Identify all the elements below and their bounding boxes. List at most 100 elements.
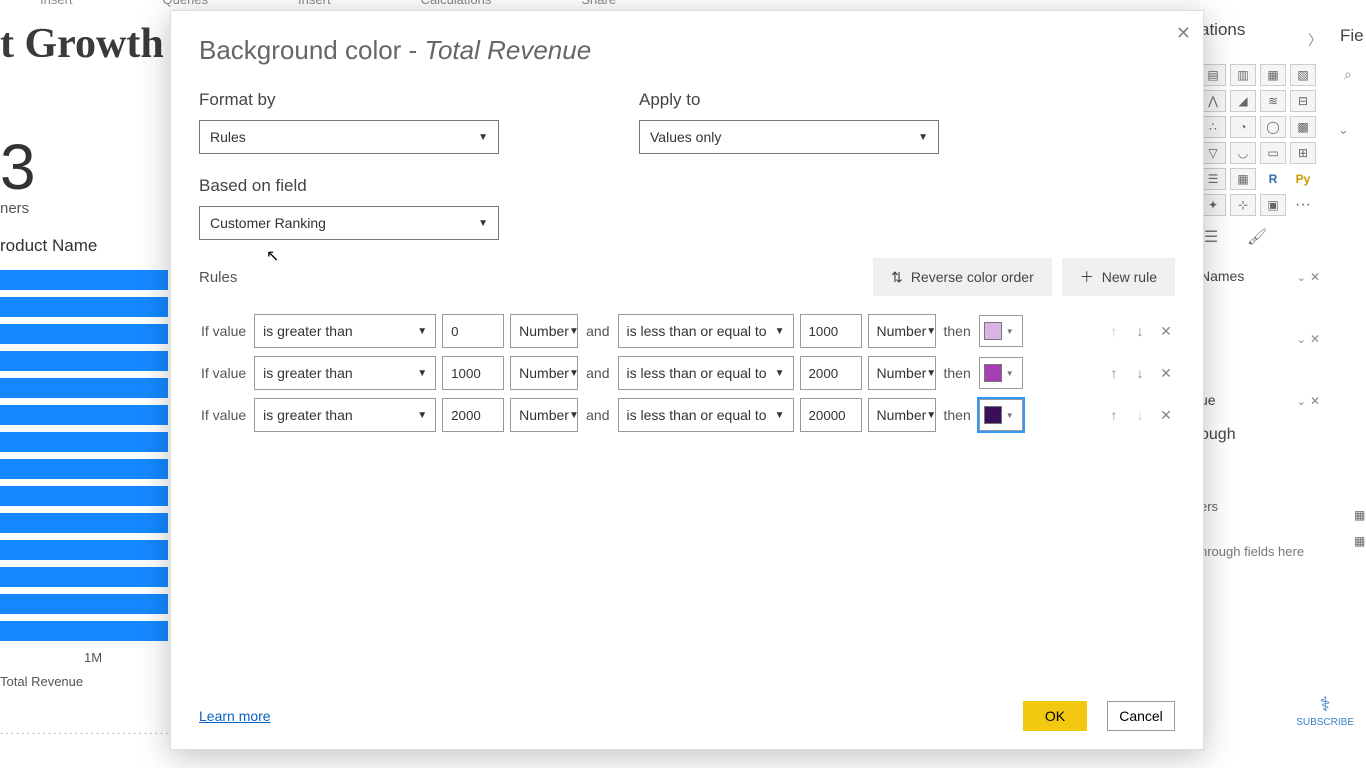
decomposition-icon[interactable]: ⊹	[1230, 194, 1256, 216]
and-label: and	[584, 323, 611, 339]
py-visual-icon[interactable]: Py	[1290, 168, 1316, 190]
rule-value-1-input[interactable]	[442, 398, 504, 432]
format-tab-icon[interactable]: 🖌	[1246, 226, 1268, 248]
caret-down-icon: ▼	[775, 368, 785, 379]
move-rule-up-icon[interactable]: ↑	[1105, 407, 1123, 424]
rule-color-picker[interactable]: ▼	[979, 315, 1023, 347]
dialog-title: Background color - Total Revenue	[199, 35, 1175, 66]
donut-icon[interactable]: ◯	[1260, 116, 1286, 138]
caret-down-icon: ▼	[569, 326, 579, 337]
rule-row: If valueis greater than▼Number▼andis les…	[199, 314, 1175, 348]
area-chart-icon[interactable]: ◢	[1230, 90, 1256, 112]
clustered-column-icon[interactable]: ▧	[1290, 64, 1316, 86]
remove-field-icon[interactable]: ✕	[1310, 394, 1320, 408]
ribbon-chart-icon[interactable]: ≋	[1260, 90, 1286, 112]
card-icon[interactable]: ▭	[1260, 142, 1286, 164]
ok-button[interactable]: OK	[1023, 701, 1087, 731]
bar-chart	[0, 270, 168, 648]
new-rule-button[interactable]: ＋New rule	[1062, 258, 1175, 296]
rule-operator-1-select[interactable]: is greater than▼	[254, 398, 436, 432]
caret-down-icon: ▼	[417, 368, 427, 379]
delete-rule-icon[interactable]: ✕	[1157, 323, 1175, 340]
caret-down-icon: ▼	[478, 132, 488, 143]
rule-value-2-input[interactable]	[800, 398, 862, 432]
stacked-column-icon[interactable]: ▦	[1260, 64, 1286, 86]
rule-type-1-select[interactable]: Number▼	[510, 398, 578, 432]
ribbon-group: Share	[581, 0, 616, 7]
table-icon[interactable]: ▦	[1354, 508, 1365, 522]
collapse-pane-icon[interactable]: 〉	[1308, 30, 1322, 50]
based-on-field-label: Based on field	[199, 176, 1175, 196]
table-icon[interactable]: ▦	[1354, 534, 1365, 548]
caret-down-icon: ▼	[926, 368, 936, 379]
apply-to-label: Apply to	[639, 90, 939, 110]
r-visual-icon[interactable]: R	[1260, 168, 1286, 190]
ribbon-group: Insert	[40, 0, 73, 7]
and-label: and	[584, 365, 611, 381]
rule-operator-1-select[interactable]: is greater than▼	[254, 356, 436, 390]
rule-value-1-input[interactable]	[442, 314, 504, 348]
waterfall-icon[interactable]: ⊟	[1290, 90, 1316, 112]
rule-operator-2-select[interactable]: is less than or equal to▼	[618, 398, 794, 432]
remove-field-icon[interactable]: ✕	[1310, 270, 1320, 284]
rule-type-2-select[interactable]: Number▼	[868, 356, 936, 390]
conditional-formatting-dialog: ✕ Background color - Total Revenue Forma…	[170, 10, 1204, 750]
rule-operator-1-select[interactable]: is greater than▼	[254, 314, 436, 348]
delete-rule-icon[interactable]: ✕	[1157, 407, 1175, 424]
rule-type-2-select[interactable]: Number▼	[868, 314, 936, 348]
rule-operator-2-select[interactable]: is less than or equal to▼	[618, 314, 794, 348]
rule-color-picker[interactable]: ▼	[979, 399, 1023, 431]
clustered-bar-icon[interactable]: ▥	[1230, 64, 1256, 86]
multi-card-icon[interactable]: ⊞	[1290, 142, 1316, 164]
cancel-button[interactable]: Cancel	[1107, 701, 1175, 731]
kpi-value: 3	[0, 130, 36, 204]
caret-down-icon: ▼	[775, 410, 785, 421]
ribbon-group: Queries	[163, 0, 209, 7]
rule-operator-2-select[interactable]: is less than or equal to▼	[618, 356, 794, 390]
close-icon[interactable]: ✕	[1176, 23, 1191, 44]
rules-label: Rules	[199, 269, 237, 286]
ribbon-group: Insert	[298, 0, 331, 7]
rule-type-2-select[interactable]: Number▼	[868, 398, 936, 432]
based-on-field-select[interactable]: Customer Ranking▼	[199, 206, 499, 240]
more-visuals-icon[interactable]: ···	[1290, 194, 1316, 216]
gauge-icon[interactable]: ◡	[1230, 142, 1256, 164]
subscribe-watermark: ⚕ SUBSCRIBE	[1296, 692, 1354, 728]
learn-more-link[interactable]: Learn more	[199, 708, 271, 724]
pie-icon[interactable]: ◔	[1230, 116, 1256, 138]
if-value-label: If value	[199, 365, 248, 381]
reverse-color-order-button[interactable]: ⇅Reverse color order	[873, 258, 1052, 296]
matrix-icon[interactable]: ▦	[1230, 168, 1256, 190]
remove-field-icon[interactable]: ✕	[1310, 332, 1320, 346]
rule-value-2-input[interactable]	[800, 356, 862, 390]
drillthrough-drop-hint: nrough fields here	[1200, 544, 1320, 559]
treemap-icon[interactable]: ▩	[1290, 116, 1316, 138]
caret-down-icon: ▼	[1006, 369, 1014, 378]
move-rule-up-icon[interactable]: ↑	[1105, 365, 1123, 382]
visualizations-pane-title: ations	[1200, 20, 1320, 40]
caret-down-icon: ▼	[926, 326, 936, 337]
chevron-down-icon[interactable]: ⌄	[1338, 122, 1349, 138]
rule-value-2-input[interactable]	[800, 314, 862, 348]
then-label: then	[942, 323, 973, 339]
rule-type-1-select[interactable]: Number▼	[510, 314, 578, 348]
plus-icon: ＋	[1080, 267, 1094, 287]
move-rule-down-icon[interactable]: ↓	[1131, 323, 1149, 340]
delete-rule-icon[interactable]: ✕	[1157, 365, 1175, 382]
table-truncation: ··································	[0, 728, 181, 739]
chevron-down-icon[interactable]: ⌄	[1297, 272, 1306, 284]
visualization-gallery: ▤ ▥ ▦ ▧ ⋀ ◢ ≋ ⊟ ∴ ◔ ◯ ▩ ▽ ◡ ▭ ⊞ ☰ ▦ R Py…	[1200, 64, 1320, 216]
qa-icon[interactable]: ▣	[1260, 194, 1286, 216]
format-by-select[interactable]: Rules▼	[199, 120, 499, 154]
rule-type-1-select[interactable]: Number▼	[510, 356, 578, 390]
caret-down-icon: ▼	[1006, 327, 1014, 336]
chevron-down-icon[interactable]: ⌄	[1297, 334, 1306, 346]
chevron-down-icon[interactable]: ⌄	[1297, 396, 1306, 408]
rule-color-picker[interactable]: ▼	[979, 357, 1023, 389]
move-rule-down-icon[interactable]: ↓	[1131, 365, 1149, 382]
apply-to-select[interactable]: Values only▼	[639, 120, 939, 154]
rule-row: If valueis greater than▼Number▼andis les…	[199, 398, 1175, 432]
search-icon[interactable]: ⌕	[1344, 66, 1352, 83]
rule-value-1-input[interactable]	[442, 356, 504, 390]
fields-pane-title: Fie	[1340, 26, 1364, 46]
